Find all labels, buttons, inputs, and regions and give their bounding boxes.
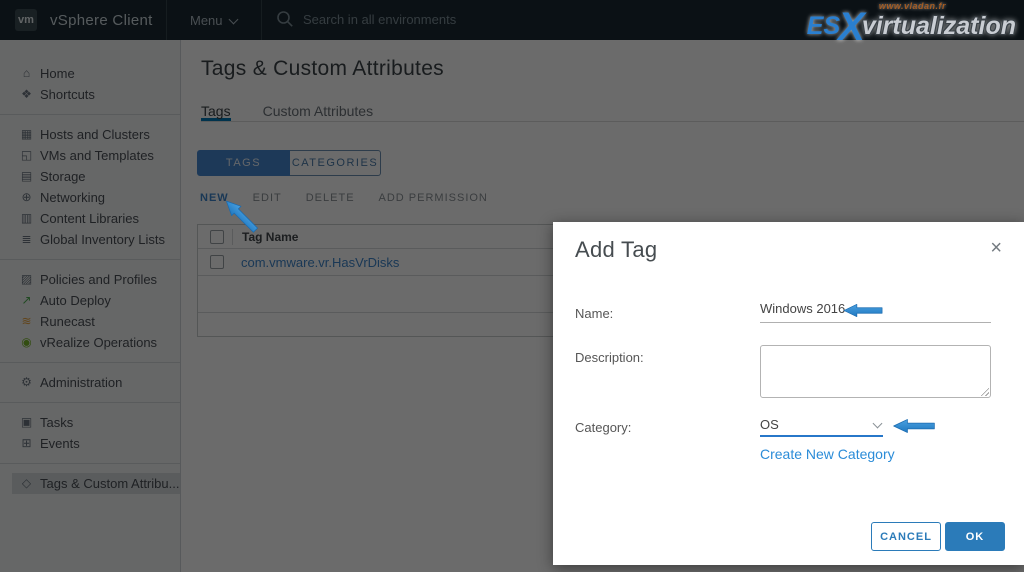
category-label: Category: <box>575 420 632 435</box>
description-textarea[interactable] <box>760 345 991 398</box>
name-label: Name: <box>575 306 614 321</box>
create-new-category-link[interactable]: Create New Category <box>760 446 895 462</box>
description-label: Description: <box>575 350 644 365</box>
name-input[interactable]: Windows 2016 <box>760 299 991 323</box>
add-tag-dialog: Add Tag × Name: Windows 2016 Description… <box>553 222 1024 565</box>
category-selected-value: OS <box>760 416 779 432</box>
chevron-down-icon <box>872 418 883 428</box>
ok-button[interactable]: OK <box>945 522 1005 551</box>
dialog-title: Add Tag <box>575 237 658 262</box>
vsphere-client-window: vm vSphere Client Menu Search in all env… <box>0 0 1024 572</box>
close-icon[interactable]: × <box>990 238 1002 258</box>
category-select[interactable]: OS <box>760 414 883 437</box>
cancel-button[interactable]: CANCEL <box>871 522 941 551</box>
